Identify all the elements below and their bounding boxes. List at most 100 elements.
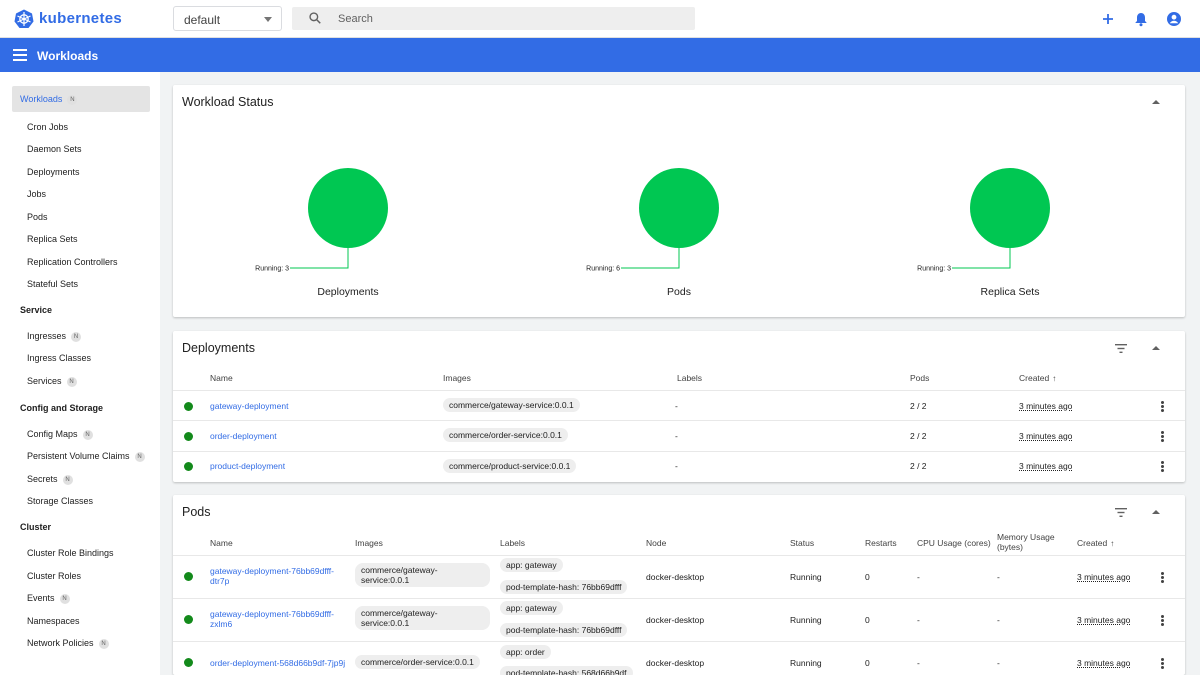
filter-icon[interactable] — [1115, 508, 1127, 517]
cpu-value: - — [917, 572, 920, 582]
top-app-bar: kubernetes default — [0, 0, 1200, 38]
account-icon[interactable] — [1166, 11, 1182, 27]
workload-status-chart: Running: 3 Deployments Running: 6 Pods Runni… — [255, 168, 1050, 298]
more-vert-icon[interactable] — [1161, 461, 1164, 472]
divider — [173, 390, 1185, 391]
sidebar-item-label: Secrets — [27, 474, 58, 484]
sidebar-item-namespaces[interactable]: Namespaces — [27, 616, 80, 626]
sidebar-item-label: Events — [27, 593, 55, 603]
status-ok-icon — [184, 615, 193, 624]
column-header-created[interactable]: Created ↑ — [1077, 538, 1114, 548]
sidebar-item-daemon-sets[interactable]: Daemon Sets — [27, 144, 82, 154]
new-badge: N — [82, 430, 93, 440]
arrow-up-icon: ↑ — [1110, 539, 1115, 548]
sidebar-item-label: Workloads — [20, 94, 63, 104]
running-label: Running: 6 — [586, 266, 620, 273]
created-value: 3 minutes ago — [1077, 572, 1131, 582]
sidebar-item-services[interactable]: Services N — [27, 376, 77, 387]
pod-name-link[interactable]: order-deployment-568d66b9df-7jp9j — [210, 658, 345, 668]
sidebar-group-config-storage[interactable]: Config and Storage — [20, 403, 103, 413]
new-badge: N — [62, 475, 73, 485]
image-chip: commerce/gateway-service:0.0.1 — [355, 606, 490, 630]
leader-line — [621, 248, 680, 269]
divider — [173, 641, 1185, 642]
running-slice[interactable] — [308, 168, 388, 248]
search-bar[interactable] — [292, 7, 695, 30]
status-ok-icon — [184, 402, 193, 411]
sidebar-item-config-maps[interactable]: Config Maps N — [27, 429, 93, 440]
card-title: Deployments — [182, 341, 255, 355]
bell-icon[interactable] — [1133, 11, 1149, 27]
status-value: Running — [790, 572, 822, 582]
sidebar-item-stateful-sets[interactable]: Stateful Sets — [27, 279, 78, 289]
sidebar-item-ingress-classes[interactable]: Ingress Classes — [27, 353, 91, 363]
column-header-label: Created — [1077, 538, 1108, 548]
brand-name[interactable]: kubernetes — [39, 10, 122, 27]
column-header-created[interactable]: Created ↑ — [1019, 373, 1056, 383]
pod-name-link[interactable]: gateway-deployment-76bb69dfff-zxlm6 — [210, 609, 345, 629]
sidebar-item-label: Network Policies — [27, 638, 94, 648]
search-input[interactable] — [338, 10, 678, 27]
page-title: Workloads — [37, 49, 99, 63]
collapse-icon[interactable] — [1152, 509, 1160, 515]
sidebar-item-workloads[interactable]: Workloads N — [12, 86, 150, 112]
more-vert-icon[interactable] — [1161, 615, 1164, 626]
deployment-name-link[interactable]: gateway-deployment — [210, 401, 288, 411]
node-value: docker-desktop — [646, 658, 705, 668]
namespace-value: default — [184, 13, 221, 27]
arrow-up-icon: ↑ — [1052, 374, 1057, 383]
running-slice[interactable] — [639, 168, 719, 248]
column-header-name[interactable]: Name — [210, 538, 233, 548]
running-label: Running: 3 — [917, 266, 951, 273]
image-chip: commerce/order-service:0.0.1 — [443, 428, 568, 442]
created-value: 3 minutes ago — [1019, 431, 1073, 441]
chart-caption: Replica Sets — [981, 286, 1040, 298]
sidebar-item-deployments[interactable]: Deployments — [27, 167, 80, 177]
sidebar-item-pods[interactable]: Pods — [27, 212, 48, 222]
add-icon[interactable] — [1100, 11, 1116, 27]
memory-value: - — [997, 572, 1000, 582]
chart-caption: Pods — [667, 286, 691, 298]
sidebar-item-secrets[interactable]: Secrets N — [27, 474, 73, 485]
running-slice[interactable] — [970, 168, 1050, 248]
sidebar-item-events[interactable]: Events N — [27, 593, 70, 604]
menu-icon[interactable] — [13, 49, 27, 61]
collapse-icon[interactable] — [1152, 345, 1160, 351]
pods-value: 2 / 2 — [910, 401, 927, 411]
sidebar-group-service[interactable]: Service — [20, 305, 52, 315]
more-vert-icon[interactable] — [1161, 572, 1164, 583]
sidebar-item-replication-controllers[interactable]: Replication Controllers — [27, 257, 118, 267]
sidebar-item-network-policies[interactable]: Network Policies N — [27, 638, 109, 649]
sidebar: Workloads N Cron Jobs Daemon Sets Deploym… — [0, 72, 160, 675]
image-chip: commerce/gateway-service:0.0.1 — [355, 563, 490, 587]
pod-name-link[interactable]: gateway-deployment-76bb69dfff-dtr7p — [210, 566, 345, 586]
sidebar-item-storage-classes[interactable]: Storage Classes — [27, 496, 93, 506]
column-header-restarts: Restarts — [865, 538, 897, 548]
sidebar-item-cluster-role-bindings[interactable]: Cluster Role Bindings — [27, 548, 114, 558]
sidebar-item-ingresses[interactable]: Ingresses N — [27, 331, 82, 342]
kubernetes-logo-icon[interactable] — [14, 9, 34, 29]
column-header-name[interactable]: Name — [210, 373, 233, 383]
sidebar-group-cluster[interactable]: Cluster — [20, 522, 51, 532]
image-chip: commerce/product-service:0.0.1 — [443, 459, 577, 473]
new-badge: N — [67, 95, 78, 105]
status-value: Running — [790, 615, 822, 625]
namespace-select[interactable]: default — [173, 6, 282, 31]
pods-value: 2 / 2 — [910, 461, 927, 471]
filter-icon[interactable] — [1115, 344, 1127, 353]
created-value: 3 minutes ago — [1019, 461, 1073, 471]
deployment-name-link[interactable]: order-deployment — [210, 431, 277, 441]
status-ok-icon — [184, 432, 193, 441]
deployment-name-link[interactable]: product-deployment — [210, 461, 285, 471]
more-vert-icon[interactable] — [1161, 431, 1164, 442]
sidebar-item-jobs[interactable]: Jobs — [27, 189, 46, 199]
column-header-memory: Memory Usage (bytes) — [997, 532, 1055, 552]
label-chip: app: gateway — [500, 601, 563, 615]
more-vert-icon[interactable] — [1161, 658, 1164, 669]
sidebar-item-cluster-roles[interactable]: Cluster Roles — [27, 571, 81, 581]
sidebar-item-replica-sets[interactable]: Replica Sets — [27, 234, 78, 244]
sidebar-item-cron-jobs[interactable]: Cron Jobs — [27, 122, 68, 132]
running-label: Running: 3 — [255, 266, 289, 273]
more-vert-icon[interactable] — [1161, 401, 1164, 412]
sidebar-item-pvcs[interactable]: Persistent Volume Claims N — [27, 451, 145, 462]
